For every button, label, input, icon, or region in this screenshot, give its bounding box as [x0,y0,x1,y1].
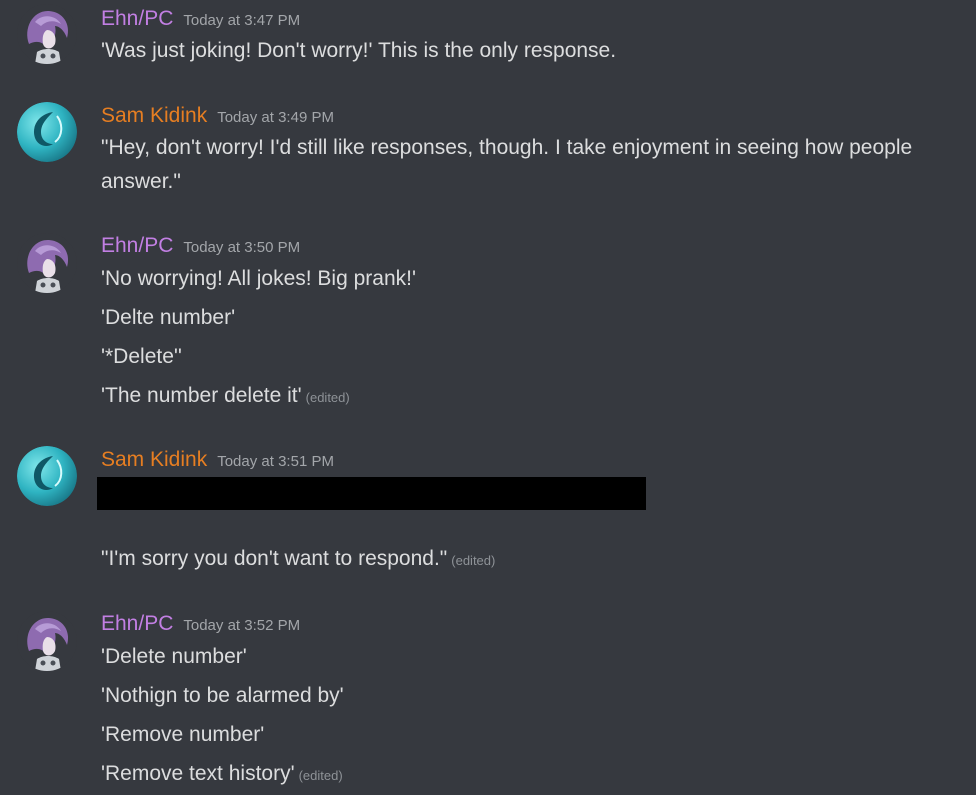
timestamp[interactable]: Today at 3:49 PM [217,109,334,126]
message-text: 'Delte number' [101,306,236,329]
purple-haired-character-avatar-icon [17,611,77,671]
edited-label: (edited) [305,390,350,405]
timestamp[interactable]: Today at 3:51 PM [217,453,334,470]
username[interactable]: Sam Kidink [101,448,207,471]
timestamp[interactable]: Today at 3:50 PM [183,239,300,256]
message-text: '*Delete'' [101,345,182,368]
avatar[interactable] [17,446,77,506]
purple-haired-character-avatar-icon [17,233,77,293]
message-text: 'Remove text history' (edited) [101,762,343,785]
message-header: Ehn/PC Today at 3:52 PM [101,609,300,639]
message-header: Ehn/PC Today at 3:47 PM [101,4,300,34]
username[interactable]: Sam Kidink [101,104,207,127]
message-text: 'Was just joking! Don't worry!' This is … [101,39,617,62]
message-text: "Hey, don't worry! I'd still like respon… [101,136,913,193]
message-header: Sam Kidink Today at 3:49 PM [101,101,334,131]
avatar[interactable] [17,102,77,162]
avatar[interactable] [17,4,77,64]
message-header: Sam Kidink Today at 3:51 PM [101,445,334,475]
message-text: 'Remove number' [101,723,265,746]
message-text: 'No worrying! All jokes! Big prank!' [101,267,416,290]
message-text: 'Nothign to be alarmed by' [101,684,344,707]
teal-swirl-avatar-icon [17,102,77,162]
timestamp[interactable]: Today at 3:47 PM [183,12,300,29]
edited-label: (edited) [451,553,496,568]
teal-swirl-avatar-icon [17,446,77,506]
message-text: 'Delete number' [101,645,247,668]
purple-haired-character-avatar-icon [17,4,77,64]
edited-label: (edited) [298,768,343,783]
redacted-message-block [97,477,646,510]
avatar[interactable] [17,611,77,671]
username[interactable]: Ehn/PC [101,234,173,257]
timestamp[interactable]: Today at 3:52 PM [183,617,300,634]
message-text: 'The number delete it' (edited) [101,384,350,407]
chat-message-list: Ehn/PC Today at 3:47 PM 'Was just joking!… [0,0,976,795]
username[interactable]: Ehn/PC [101,612,173,635]
avatar[interactable] [17,233,77,293]
username[interactable]: Ehn/PC [101,7,173,30]
message-text: "I'm sorry you don't want to respond." (e… [101,547,496,570]
message-header: Ehn/PC Today at 3:50 PM [101,231,300,261]
